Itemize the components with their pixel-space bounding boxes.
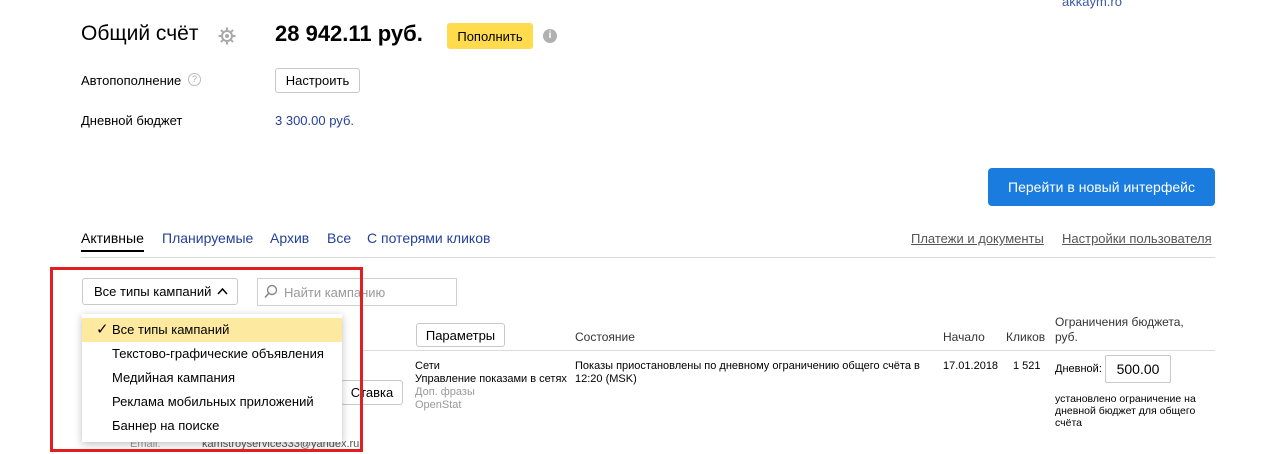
tab-lost-clicks[interactable]: С потерями кликов xyxy=(367,230,490,246)
row-clicks: 1 521 xyxy=(1013,360,1041,372)
tab-active[interactable]: Активные xyxy=(81,230,144,252)
tabs-divider xyxy=(81,257,1215,258)
account-balance: 28 942.11 руб. xyxy=(275,21,423,46)
gear-icon[interactable] xyxy=(218,27,236,45)
highlight-box xyxy=(50,267,363,452)
daily-budget-label: Дневной бюджет xyxy=(81,113,183,128)
payments-link[interactable]: Платежи и документы xyxy=(911,231,1044,246)
row-start: 17.01.2018 xyxy=(943,360,999,372)
header-divider xyxy=(362,350,1215,351)
budget-note: установлено ограничение на дневной бюдже… xyxy=(1055,393,1196,429)
strategy-extra-1: Доп. фразы xyxy=(415,386,475,398)
top-link[interactable]: akkaym.ro xyxy=(1062,0,1122,9)
strategy-line-2: Управление показами в сетях xyxy=(415,373,567,385)
info-icon[interactable]: i xyxy=(543,29,557,43)
tab-all[interactable]: Все xyxy=(327,230,351,246)
params-button[interactable]: Параметры xyxy=(416,323,505,347)
strategy-extra-2: OpenStat xyxy=(415,399,462,411)
tab-planned[interactable]: Планируемые xyxy=(162,230,253,246)
topup-button[interactable]: Пополнить xyxy=(447,23,533,49)
th-clicks: Кликов xyxy=(1006,330,1046,344)
configure-button[interactable]: Настроить xyxy=(275,68,360,93)
daily-budget-input[interactable]: 500.00 xyxy=(1105,355,1171,383)
autopay-label: Автопополнение xyxy=(81,73,182,88)
th-status: Состояние xyxy=(575,330,635,344)
row-status: Показы приостановлены по дневному ограни… xyxy=(575,360,920,385)
daily-budget-value[interactable]: 3 300.00 руб. xyxy=(275,113,354,128)
user-settings-link[interactable]: Настройки пользователя xyxy=(1062,231,1212,246)
daily-label: Дневной: xyxy=(1055,363,1102,375)
th-start: Начало xyxy=(943,330,985,344)
help-icon[interactable]: ? xyxy=(188,73,201,86)
account-title: Общий счёт xyxy=(81,22,199,45)
th-budget: Ограничения бюджета, руб. xyxy=(1055,315,1184,344)
strategy-line-1: Сети xyxy=(415,360,440,372)
new-interface-button[interactable]: Перейти в новый интерфейс xyxy=(988,168,1215,206)
tab-archive[interactable]: Архив xyxy=(270,230,309,246)
